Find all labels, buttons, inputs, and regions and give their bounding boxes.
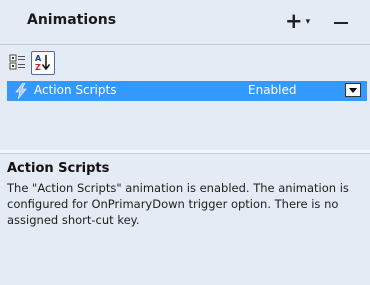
chevron-down-icon [349, 88, 357, 93]
svg-text:Z: Z [35, 63, 41, 72]
value-dropdown-button[interactable] [345, 83, 361, 97]
sort-alphabetical-button[interactable]: A Z [31, 51, 55, 75]
categorized-view-button[interactable] [7, 51, 29, 73]
lightning-icon [15, 83, 27, 99]
remove-animation-button[interactable] [332, 12, 350, 34]
sort-alphabetical-icon: A Z [35, 54, 51, 72]
add-animation-button[interactable]: + ▾ [285, 11, 310, 33]
description-pane: Action Scripts The "Action Scripts" anim… [0, 154, 370, 285]
animations-header: Animations + ▾ [0, 0, 370, 45]
property-name: Action Scripts [34, 83, 117, 97]
property-value[interactable]: Enabled [248, 83, 297, 97]
minus-icon [334, 22, 348, 24]
description-title: Action Scripts [7, 161, 110, 176]
chevron-down-icon: ▾ [305, 16, 311, 27]
categorized-icon [9, 54, 25, 70]
svg-text:A: A [35, 54, 42, 63]
description-text: The "Action Scripts" animation is enable… [7, 181, 349, 227]
panel-title: Animations [27, 12, 117, 28]
property-grid: A Z Action Scripts Enabled [0, 45, 370, 151]
add-label: + [285, 9, 303, 33]
property-row-action-scripts[interactable]: Action Scripts Enabled [7, 81, 367, 101]
